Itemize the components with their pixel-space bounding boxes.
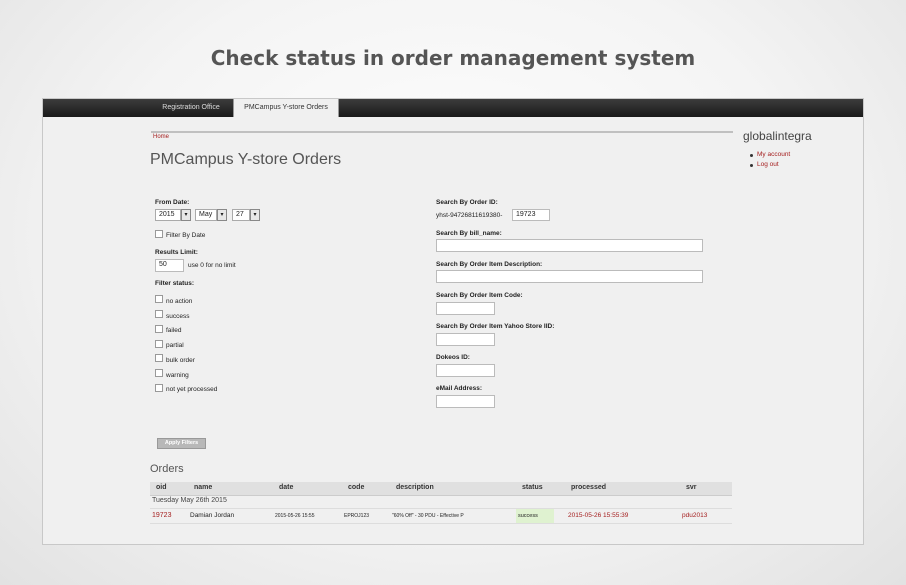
order-name: Damian Jordan [190,512,235,519]
col-description[interactable]: description [396,484,434,491]
day-group-label: Tuesday May 26th 2015 [152,497,227,504]
order-svr-link[interactable]: pdu2013 [682,512,707,519]
status-not-yet-processed-checkbox[interactable] [155,384,163,392]
status-failed-checkbox[interactable] [155,325,163,333]
filter-by-date-checkbox[interactable] [155,230,163,238]
day-group-row: Tuesday May 26th 2015 [150,495,732,509]
filter-by-date-label: Filter By Date [166,232,206,239]
item-code-label: Search By Order Item Code: [436,292,523,299]
results-limit-hint: use 0 for no limit [188,262,236,269]
slide-caption: Check status in order management system [210,46,696,70]
tab-pmcampus-ystore-orders[interactable]: PMCampus Y-store Orders [233,99,339,117]
order-id-label: Search By Order ID: [436,199,498,206]
status-no-action-label: no action [166,298,193,305]
my-account-link[interactable]: My account [757,151,790,158]
order-id-prefix: yhst-94726811619380- [436,212,503,219]
status-bulk-order-checkbox[interactable] [155,354,163,362]
status-no-action-checkbox[interactable] [155,295,163,303]
apply-filters-button[interactable]: Apply Filters [157,438,206,449]
from-date-label: From Date: [155,199,190,206]
status-failed-label: failed [166,327,182,334]
results-limit-label: Results Limit: [155,249,198,256]
results-limit-input[interactable]: 50 [155,259,184,272]
col-status[interactable]: status [522,484,543,491]
bullet-icon [750,154,753,157]
filter-status-label: Filter status: [155,280,195,287]
col-date[interactable]: date [279,484,293,491]
order-code: EPROJ123 [344,513,370,519]
item-description-input[interactable] [436,270,703,283]
status-bulk-order-label: bulk order [166,357,195,364]
day-dropdown-icon[interactable]: ▾ [250,209,260,221]
status-warning-checkbox[interactable] [155,369,163,377]
year-dropdown-icon[interactable]: ▾ [181,209,191,221]
orders-title: Orders [150,463,184,475]
dokeos-id-label: Dokeos ID: [436,354,470,361]
order-processed: 2015-05-26 15:55:39 [568,512,629,519]
col-processed[interactable]: processed [571,484,606,491]
status-not-yet-processed-label: not yet processed [166,386,218,393]
dokeos-id-input[interactable] [436,364,495,377]
browser-screenshot: Registration Office PMCampus Y-store Ord… [42,98,864,545]
order-id-input[interactable]: 19723 [512,209,550,221]
item-code-input[interactable] [436,302,495,315]
status-warning-label: warning [166,372,189,379]
email-label: eMail Address: [436,385,482,392]
month-select[interactable]: May [195,209,217,221]
status-success-label: success [166,313,190,320]
col-svr[interactable]: svr [686,484,697,491]
bill-name-input[interactable] [436,239,703,252]
status-partial-label: partial [166,342,184,349]
log-out-link[interactable]: Log out [757,161,779,168]
table-row[interactable]: 19723 Damian Jordan 2015-05-26 15:55 EPR… [150,509,732,524]
bill-name-label: Search By bill_name: [436,230,502,237]
item-description-label: Search By Order Item Description: [436,261,543,268]
day-select[interactable]: 27 [232,209,250,221]
yahoo-store-iid-input[interactable] [436,333,495,346]
col-oid[interactable]: oid [156,484,167,491]
month-dropdown-icon[interactable]: ▾ [217,209,227,221]
status-success-checkbox[interactable] [155,310,163,318]
top-nav-bar: Registration Office PMCampus Y-store Ord… [43,99,863,117]
year-select[interactable]: 2015 [155,209,181,221]
order-oid-link[interactable]: 19723 [152,512,171,519]
bullet-icon [750,164,753,167]
order-date: 2015-05-26 15:55 [275,513,315,519]
col-name[interactable]: name [194,484,212,491]
sidebar-title: globalintegra [743,129,812,143]
yahoo-store-iid-label: Search By Order Item Yahoo Store IID: [436,323,555,330]
tab-registration-office[interactable]: Registration Office [149,99,233,117]
order-status-badge: success [516,509,554,523]
breadcrumb-home[interactable]: Home [151,131,733,141]
order-description: "60% Off" - 30 PDU - Effective P [392,513,464,519]
col-code[interactable]: code [348,484,364,491]
page-title: PMCampus Y-store Orders [150,151,342,168]
orders-table-header: oid name date code description status pr… [150,482,732,496]
status-partial-checkbox[interactable] [155,340,163,348]
email-input[interactable] [436,395,495,408]
